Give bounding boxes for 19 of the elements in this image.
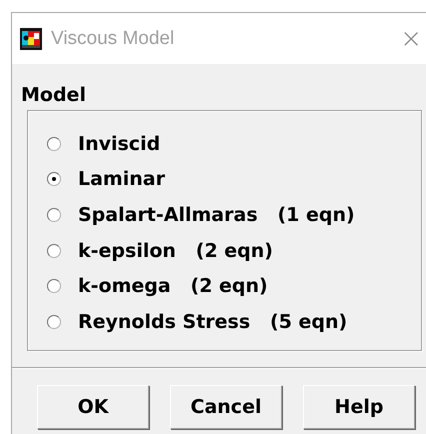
radio-option[interactable]: Spalart-Allmaras (1 eqn)	[28, 197, 421, 233]
radio-button[interactable]	[47, 136, 61, 151]
radio-option[interactable]: Inviscid	[28, 126, 421, 162]
radio-option[interactable]: k-epsilon (2 eqn)	[28, 232, 421, 268]
radio-option[interactable]: Laminar	[28, 162, 421, 198]
radio-button[interactable]	[47, 314, 61, 329]
ok-button[interactable]: OK	[37, 384, 149, 429]
radio-button[interactable]	[47, 244, 61, 258]
radio-button[interactable]	[47, 172, 61, 186]
window-title: Viscous Model	[51, 28, 174, 50]
radio-option[interactable]: Reynolds Stress (5 eqn)	[28, 304, 421, 340]
help-button[interactable]: Help	[303, 384, 415, 429]
radio-option[interactable]: k-omega (2 eqn)	[28, 268, 421, 304]
group-label: Model	[21, 84, 87, 106]
close-button[interactable]: ×	[400, 26, 422, 52]
radio-button[interactable]	[47, 208, 61, 222]
app-icon	[20, 28, 42, 50]
radio-button[interactable]	[47, 279, 61, 294]
cancel-button[interactable]: Cancel	[170, 384, 282, 429]
